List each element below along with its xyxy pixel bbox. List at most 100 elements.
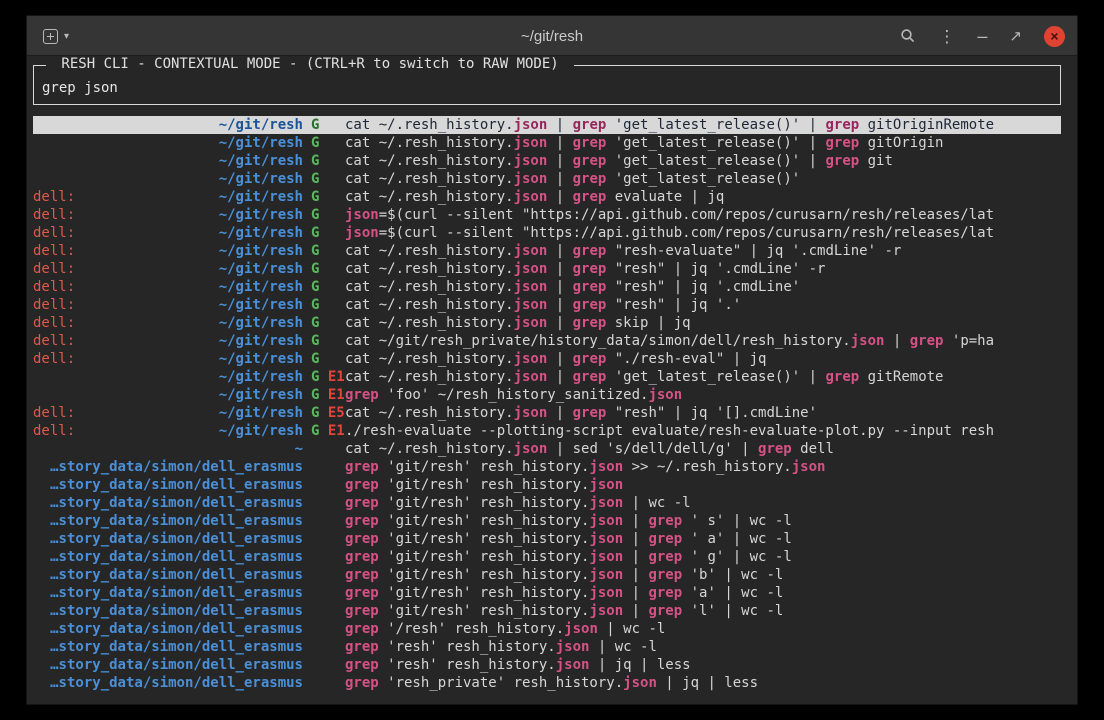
history-row-selected[interactable]: ~/git/reshGcat ~/.resh_history.json | gr… [33, 116, 1061, 134]
history-row[interactable]: …story_data/simon/dell_erasmus grep 'git/… [33, 458, 1061, 476]
history-row[interactable]: …story_data/simon/dell_erasmusgrep 'git/… [33, 566, 1061, 584]
status-flag: E1 [328, 369, 345, 385]
row-meta: …story_data/simon/dell_erasmus [33, 476, 303, 494]
history-row[interactable]: dell:~/git/reshGcat ~/.resh_history.json… [33, 296, 1061, 314]
history-row[interactable]: …story_data/simon/dell_erasmusgrep 'git/… [33, 584, 1061, 602]
history-row[interactable]: dell:~/git/reshGcat ~/.resh_history.json… [33, 314, 1061, 332]
history-row[interactable]: dell:~/git/reshGcat ~/.resh_history.json… [33, 188, 1061, 206]
row-meta: dell:~/git/resh [33, 332, 303, 350]
history-row[interactable]: …story_data/simon/dell_erasmusgrep '/res… [33, 620, 1061, 638]
history-row[interactable]: dell:~/git/reshGcat ~/git/resh_private/h… [33, 332, 1061, 350]
row-meta: …story_data/simon/dell_erasmus [33, 548, 303, 566]
search-button[interactable] [898, 26, 918, 46]
history-row[interactable]: dell:~/git/reshGjson=$(curl --silent "ht… [33, 206, 1061, 224]
row-flags: G [303, 188, 345, 206]
query-match: grep [345, 459, 379, 475]
query-match: json [514, 441, 548, 457]
close-button[interactable]: × [1044, 26, 1065, 47]
history-row[interactable]: …story_data/simon/dell_erasmus grep 'git/… [33, 530, 1061, 548]
row-meta: dell:~/git/resh [33, 278, 303, 296]
history-row[interactable]: dell:~/git/reshGcat ~/.resh_history.json… [33, 242, 1061, 260]
query-match: grep [648, 549, 682, 565]
row-flags [303, 440, 345, 458]
history-row[interactable]: …story_data/simon/dell_erasmusgrep 'resh… [33, 656, 1061, 674]
row-meta: …story_data/simon/dell_erasmus [33, 512, 303, 530]
history-row[interactable]: dell:~/git/reshGcat ~/.resh_history.json… [33, 278, 1061, 296]
history-row[interactable]: ~/git/reshGcat ~/.resh_history.json | gr… [33, 134, 1061, 152]
history-row[interactable]: …story_data/simon/dell_erasmusgrep 'resh… [33, 638, 1061, 656]
query-match: json [589, 567, 623, 583]
history-row[interactable]: …story_data/simon/dell_erasmusgrep 'git/… [33, 602, 1061, 620]
history-row[interactable]: …story_data/simon/dell_erasmusgrep 'git/… [33, 476, 1061, 494]
row-meta: dell:~/git/resh [33, 314, 303, 332]
command-text: cat ~/git/resh_private/history_data/simo… [345, 332, 1061, 350]
row-flags [303, 530, 345, 548]
history-list: ~/git/reshGcat ~/.resh_history.json | gr… [33, 116, 1061, 692]
path-label: ~/git/resh [219, 423, 303, 439]
query-match: grep [573, 135, 607, 151]
query-match: json [648, 387, 682, 403]
row-flags [303, 602, 345, 620]
command-text: grep 'git/resh' resh_history.json | grep… [345, 530, 1061, 548]
menu-button[interactable]: ⋮ [936, 26, 957, 47]
history-row[interactable]: ~/git/reshGcat ~/.resh_history.json | gr… [33, 170, 1061, 188]
row-meta: …story_data/simon/dell_erasmus [33, 584, 303, 602]
history-row[interactable]: …story_data/simon/dell_erasmusgrep 'git/… [33, 494, 1061, 512]
minimize-button[interactable]: – [975, 25, 989, 47]
titlebar-left: ▾ [37, 16, 75, 56]
history-row[interactable]: ~/git/reshGcat ~/.resh_history.json | gr… [33, 152, 1061, 170]
query-match: grep [345, 675, 379, 691]
row-meta: ~/git/resh [33, 386, 303, 404]
restore-button[interactable]: ↗ [1007, 27, 1024, 46]
path-label: ~/git/resh [219, 405, 303, 421]
query-match: json [556, 657, 590, 673]
row-flags [303, 656, 345, 674]
command-text: grep 'foo' ~/resh_history_sanitized.json [345, 386, 1061, 404]
query-match: json [514, 171, 548, 187]
history-row[interactable]: dell:~/git/reshGcat ~/.resh_history.json… [33, 260, 1061, 278]
command-text: cat ~/.resh_history.json | grep 'get_lat… [345, 134, 1061, 152]
row-flags [303, 674, 345, 692]
query-match: json [514, 405, 548, 421]
command-text: json=$(curl --silent "https://api.github… [345, 224, 1061, 242]
status-flag: G [311, 261, 319, 277]
path-label: …story_data/simon/dell_erasmus [50, 531, 303, 547]
path-label: …story_data/simon/dell_erasmus [50, 567, 303, 583]
query-match: grep [648, 567, 682, 583]
query-match: json [514, 243, 548, 259]
query-match: grep [573, 279, 607, 295]
history-row[interactable]: …story_data/simon/dell_erasmusgrep 'git/… [33, 512, 1061, 530]
close-icon: × [1050, 28, 1058, 44]
path-label: …story_data/simon/dell_erasmus [50, 459, 303, 475]
history-row[interactable]: ~/git/reshG E1grep 'foo' ~/resh_history_… [33, 386, 1061, 404]
host-label: dell: [33, 224, 75, 242]
window-title: ~/git/resh [521, 16, 583, 56]
command-text: grep '/resh' resh_history.json | wc -l [345, 620, 1061, 638]
query-match: json [345, 207, 379, 223]
query-match: grep [345, 531, 379, 547]
path-label: ~/git/resh [219, 189, 303, 205]
query-match: grep [573, 189, 607, 205]
row-flags: G [303, 260, 345, 278]
new-tab-button[interactable]: ▾ [37, 25, 75, 48]
query-match: json [514, 153, 548, 169]
history-row[interactable]: …story_data/simon/dell_erasmusgrep 'resh… [33, 674, 1061, 692]
row-flags: G [303, 296, 345, 314]
search-query-input[interactable]: grep json [42, 79, 1052, 97]
history-row[interactable]: dell:~/git/reshG E1./resh-evaluate --plo… [33, 422, 1061, 440]
row-flags: G E1 [303, 422, 345, 440]
history-row[interactable]: ~/git/reshG E1cat ~/.resh_history.json |… [33, 368, 1061, 386]
query-match: json [514, 279, 548, 295]
query-match: grep [345, 585, 379, 601]
history-row[interactable]: ~cat ~/.resh_history.json | sed 's/dell/… [33, 440, 1061, 458]
history-row[interactable]: dell:~/git/reshGjson=$(curl --silent "ht… [33, 224, 1061, 242]
query-match: json [514, 135, 548, 151]
history-row[interactable]: …story_data/simon/dell_erasmusgrep 'git/… [33, 548, 1061, 566]
query-match: json [589, 531, 623, 547]
command-text: grep 'git/resh' resh_history.json >> ~/.… [345, 458, 1061, 476]
history-row[interactable]: dell:~/git/reshGcat ~/.resh_history.json… [33, 350, 1061, 368]
query-match: grep [345, 657, 379, 673]
row-flags: G E1 [303, 368, 345, 386]
status-flag: E5 [328, 405, 345, 421]
history-row[interactable]: dell:~/git/reshG E5cat ~/.resh_history.j… [33, 404, 1061, 422]
